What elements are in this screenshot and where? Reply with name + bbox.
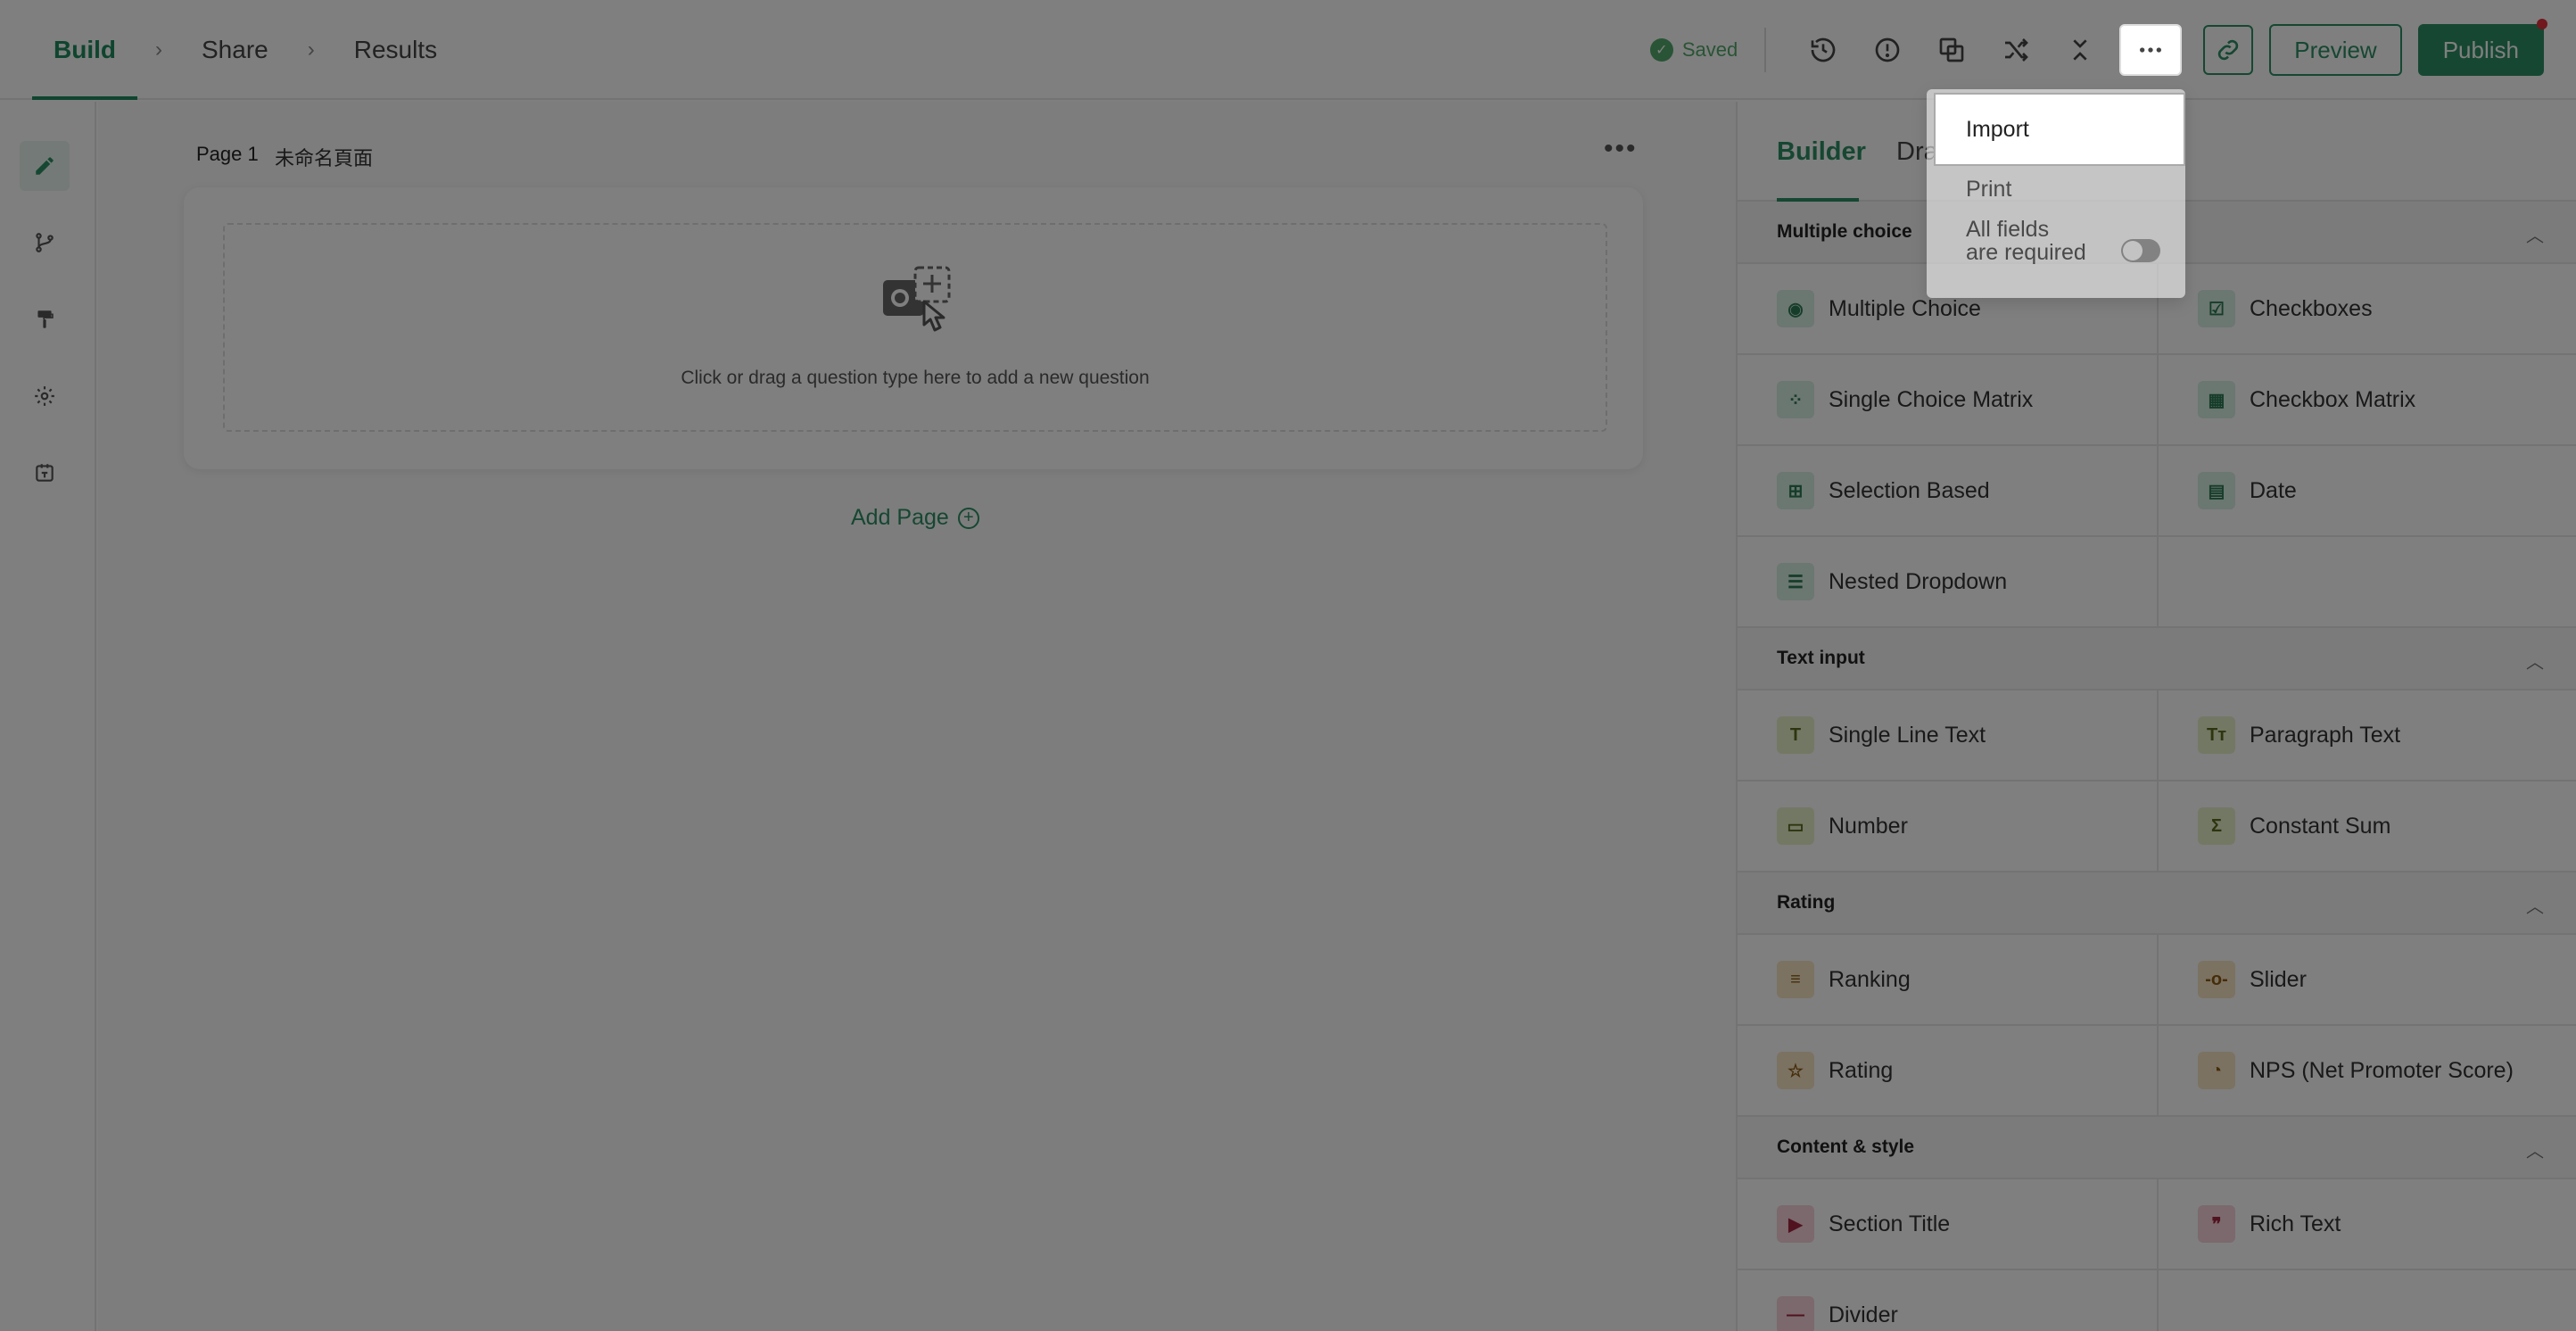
toggle-label-line2: are required	[1966, 240, 2086, 265]
toggle-label-line1: All fields	[1966, 217, 2050, 242]
modal-overlay[interactable]	[0, 0, 2576, 1331]
more-horizontal-icon	[2140, 47, 2162, 53]
menu-item-import[interactable]: Import	[1934, 93, 2185, 166]
menu-item-print[interactable]: Print	[1966, 177, 2011, 203]
more-button[interactable]	[2119, 24, 2183, 76]
required-toggle-switch[interactable]	[2121, 239, 2160, 262]
menu-item-required-toggle[interactable]: All fields are required	[1966, 218, 2086, 264]
